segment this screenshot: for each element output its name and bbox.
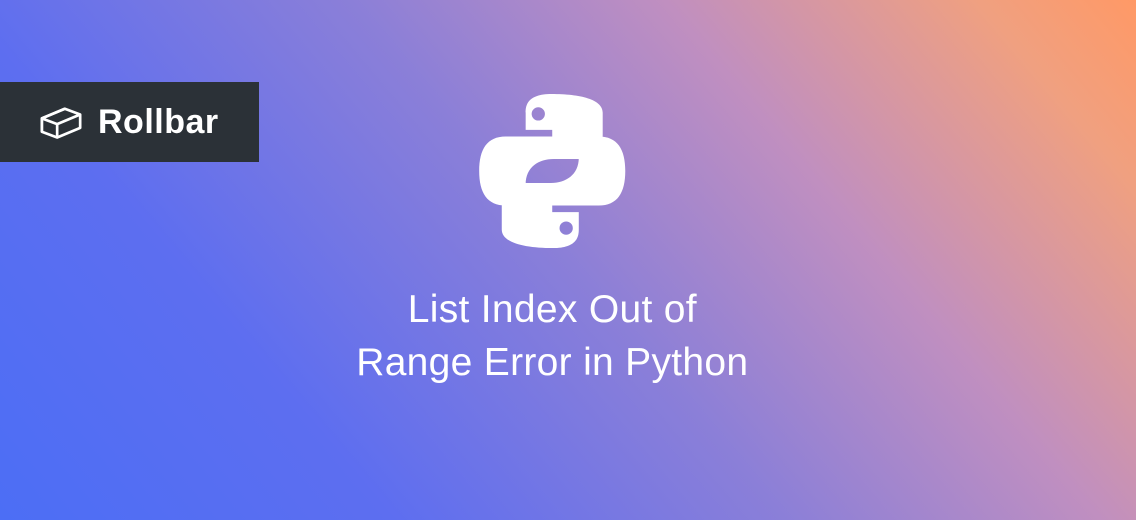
rollbar-logo-icon (38, 102, 84, 142)
page-title: List Index Out of Range Error in Python (356, 284, 748, 389)
brand-name: Rollbar (98, 103, 219, 142)
main-content: List Index Out of Range Error in Python (356, 86, 748, 389)
brand-badge: Rollbar (0, 82, 259, 162)
python-icon (467, 86, 637, 256)
title-line-1: List Index Out of (408, 288, 697, 331)
title-line-2: Range Error in Python (356, 341, 748, 384)
